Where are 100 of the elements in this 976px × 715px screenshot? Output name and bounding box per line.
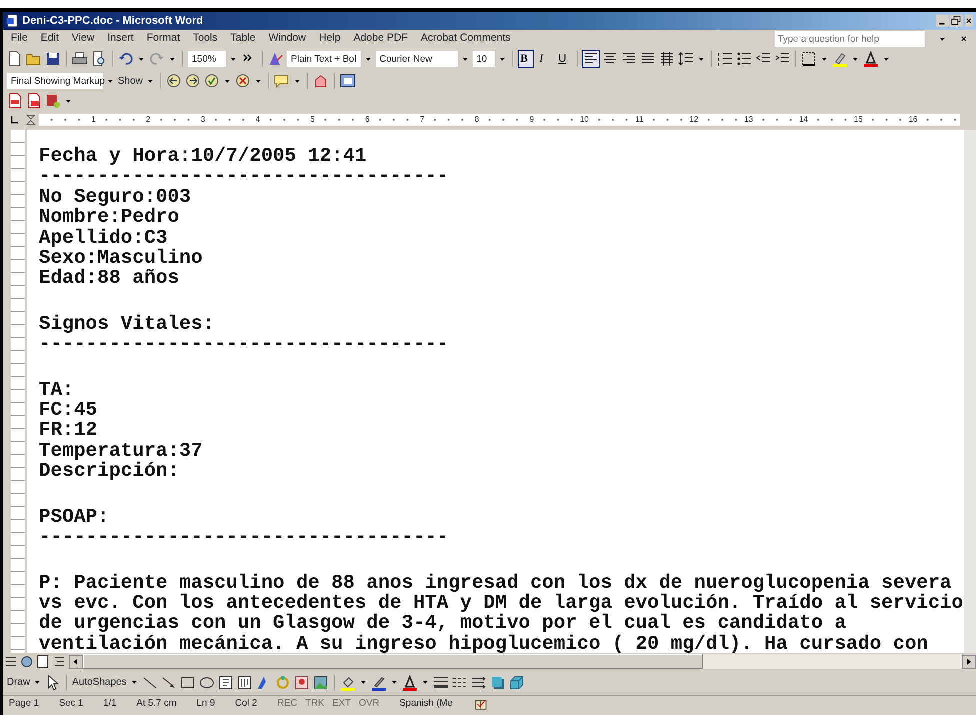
caret-icon[interactable] [256, 80, 262, 82]
distributed-icon[interactable] [658, 51, 675, 67]
menu-item[interactable]: Acrobat Comments [421, 31, 511, 47]
word-document-icon [6, 14, 20, 28]
arrow-icon[interactable] [160, 674, 177, 690]
minimize-icon[interactable] [936, 15, 949, 27]
web-view-icon[interactable] [19, 654, 35, 670]
align-left-icon[interactable] [582, 51, 599, 67]
reviewing-pane-icon[interactable] [340, 73, 356, 89]
document-text-line: Apellido:C3 [39, 228, 168, 248]
print-layout-icon[interactable] [35, 654, 51, 670]
caret-icon[interactable] [148, 80, 154, 82]
format-toggle[interactable]: I [536, 50, 553, 68]
caret-icon[interactable] [231, 58, 236, 60]
close-icon[interactable] [965, 15, 973, 27]
spelling-book-icon[interactable] [472, 698, 489, 712]
comment-icon[interactable] [274, 73, 290, 89]
ruler-number: 10 [579, 115, 590, 124]
caret-icon[interactable] [132, 681, 137, 684]
line-spacing-icon[interactable] [678, 51, 694, 67]
scroll-left-icon[interactable] [69, 654, 83, 668]
bullets-icon[interactable] [736, 51, 752, 67]
caret-icon[interactable] [500, 58, 505, 60]
format-toggle[interactable]: U [556, 50, 572, 68]
undo-icon[interactable] [118, 51, 134, 67]
font-combo[interactable]: Courier New [376, 51, 458, 67]
menu-item[interactable]: Tools [193, 31, 218, 47]
line-icon[interactable] [142, 674, 158, 690]
indent-marker-icon[interactable] [25, 113, 37, 127]
ruler-number: 1 [90, 115, 97, 124]
menu-item[interactable]: Table [230, 31, 256, 47]
ruler-number: 11 [634, 115, 645, 124]
accept-change-icon[interactable] [204, 73, 220, 89]
new-document-icon[interactable] [7, 51, 23, 67]
line-color-icon[interactable] [370, 674, 387, 690]
caret-icon[interactable] [66, 100, 71, 102]
vertical-text-box-icon[interactable] [236, 674, 253, 690]
font-color-icon[interactable] [862, 51, 879, 67]
autoshapes-menu-button[interactable]: AutoShapes [72, 675, 127, 690]
caret-icon[interactable] [822, 58, 827, 60]
format-toggle[interactable]: B [518, 50, 534, 68]
ruler-number: 15 [853, 115, 864, 124]
caret-icon[interactable] [422, 681, 428, 684]
scroll-right-icon[interactable] [962, 654, 976, 668]
caret-icon[interactable] [940, 38, 945, 40]
shadow-icon[interactable] [490, 674, 506, 690]
caret-icon[interactable] [884, 58, 889, 60]
reject-change-icon[interactable] [235, 73, 252, 89]
caret-icon[interactable] [366, 58, 371, 60]
tab-stop-icon[interactable] [9, 114, 21, 126]
menu-item[interactable]: View [72, 31, 95, 47]
menu-item[interactable]: Adobe PDF [354, 31, 408, 47]
pdf-mail-icon[interactable] [26, 93, 42, 109]
arrow-style-icon[interactable] [470, 674, 487, 690]
clip-art-icon[interactable] [294, 674, 310, 690]
caret-icon[interactable] [462, 58, 468, 60]
close-icon[interactable] [960, 34, 968, 44]
caret-icon[interactable] [225, 80, 230, 82]
previous-change-icon[interactable] [166, 73, 182, 89]
pdf-icon[interactable] [7, 93, 23, 109]
menu-item[interactable]: Help [319, 31, 341, 47]
caret-icon[interactable] [698, 58, 704, 60]
save-icon[interactable] [45, 51, 61, 67]
ruler-number: 16 [908, 115, 919, 124]
display-mode-combo[interactable]: Final Showing Markup [7, 73, 103, 89]
caret-icon[interactable] [108, 80, 113, 82]
caret-icon[interactable] [139, 58, 144, 60]
highlighter-icon[interactable] [832, 51, 848, 67]
caret-icon[interactable] [170, 58, 175, 60]
border-icon[interactable] [800, 51, 817, 67]
menu-item[interactable]: Window [268, 31, 306, 47]
printer-icon[interactable] [72, 51, 88, 67]
3d-icon[interactable] [508, 674, 525, 690]
draw-menu-button[interactable]: Draw [7, 675, 30, 690]
print-preview-icon[interactable] [91, 51, 107, 67]
menu-item[interactable]: Insert [108, 31, 134, 47]
zoom-combo[interactable]: 150% [188, 51, 226, 67]
numbering-icon[interactable] [716, 51, 733, 67]
font-size-combo[interactable]: 10 [472, 51, 495, 67]
styles-icon[interactable] [268, 51, 284, 67]
caret-icon[interactable] [360, 681, 366, 684]
menu-item[interactable]: Edit [40, 31, 60, 47]
next-change-icon[interactable] [185, 73, 202, 89]
menu-item[interactable]: File [11, 31, 28, 47]
fill-color-icon[interactable] [340, 674, 356, 690]
caret-icon[interactable] [295, 80, 300, 82]
restore-icon[interactable] [950, 15, 963, 27]
help-search-field[interactable]: Type a question for help [775, 31, 925, 47]
rectangle-icon[interactable] [180, 674, 196, 690]
caret-icon[interactable] [392, 681, 397, 684]
caret-icon[interactable] [852, 58, 858, 60]
style-combo[interactable]: Plain Text + Bol [287, 51, 361, 67]
oval-icon[interactable] [198, 674, 215, 690]
line-style-icon[interactable] [432, 674, 449, 690]
show-menu-button[interactable]: Show [118, 74, 144, 88]
caret-icon[interactable] [35, 681, 40, 684]
text-box-icon[interactable] [218, 674, 234, 690]
menu-item[interactable]: Format [146, 31, 180, 47]
picture-icon[interactable] [312, 674, 329, 690]
font-color-icon[interactable] [402, 674, 418, 690]
